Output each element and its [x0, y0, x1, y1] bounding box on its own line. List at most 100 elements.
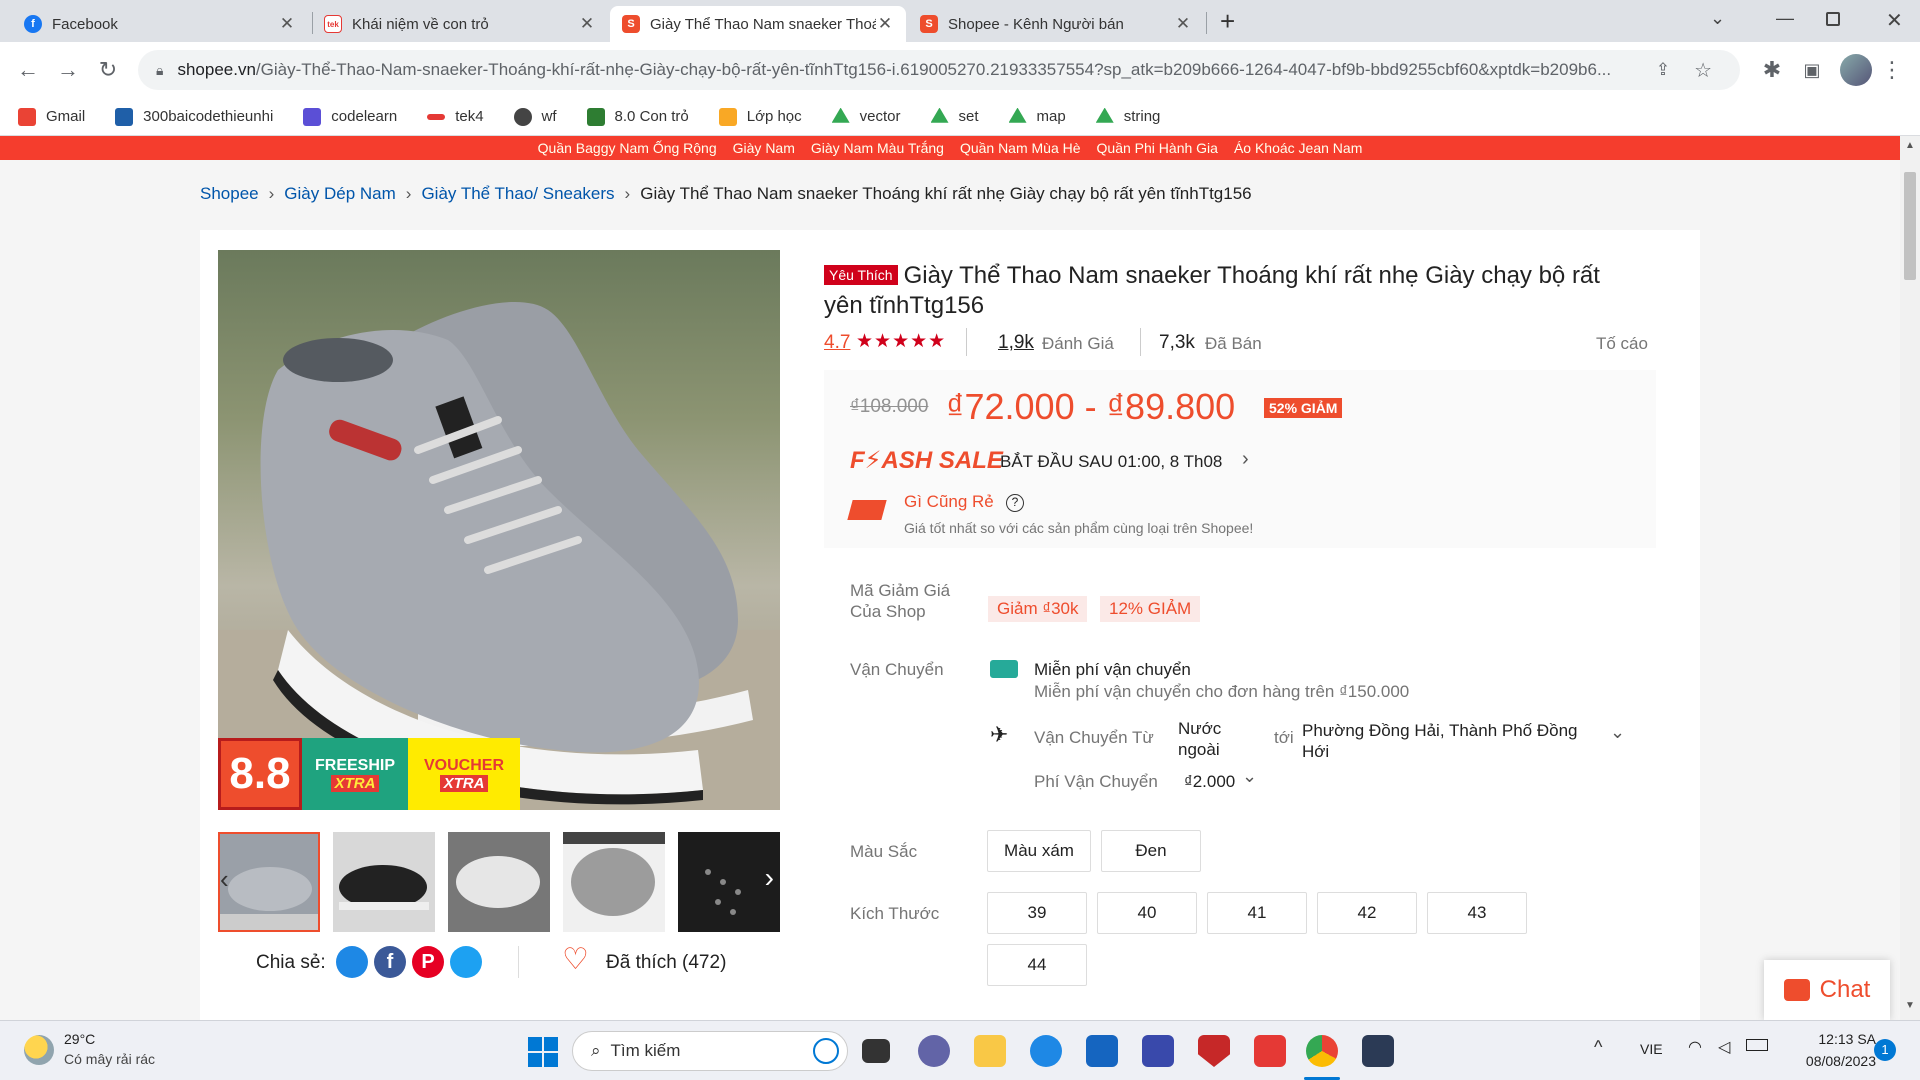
bookmark-star-icon[interactable]: ☆	[1694, 58, 1712, 83]
thumbnail-black[interactable]	[333, 832, 435, 932]
bookmark-300baicode[interactable]: 300baicodethieunhi	[115, 107, 273, 126]
scroll-thumb[interactable]	[1904, 172, 1916, 280]
forward-button[interactable]: →	[54, 56, 82, 84]
bookmark-map[interactable]: map	[1008, 107, 1066, 126]
side-panel-icon[interactable]: ▣	[1798, 56, 1826, 84]
bookmark-gmail[interactable]: Gmail	[18, 107, 85, 126]
heart-icon[interactable]: ♡	[562, 942, 589, 977]
chevron-left-icon[interactable]: ‹	[220, 864, 229, 895]
teams-icon[interactable]	[918, 1035, 950, 1067]
close-icon[interactable]: ✕	[876, 14, 894, 34]
wps-icon[interactable]	[1254, 1035, 1286, 1067]
bookmark-lop-hoc[interactable]: Lớp học	[718, 107, 802, 126]
thumbnail-sole[interactable]: ›	[678, 832, 780, 932]
battery-icon[interactable]	[1746, 1039, 1768, 1051]
size-option[interactable]: 39	[987, 892, 1087, 934]
rating-count[interactable]: 1,9k	[998, 332, 1034, 354]
close-window-button[interactable]: ✕	[1886, 8, 1903, 33]
color-option[interactable]: Màu xám	[987, 830, 1091, 872]
keyword-link[interactable]: Quần Phi Hành Gia	[1097, 140, 1218, 156]
address-bar[interactable]: 🔒︎ shopee.vn /Giày-Thể-Thao-Nam-snaeker-…	[138, 50, 1740, 90]
tab-khai-niem[interactable]: tek Khái niệm về con trỏ ✕	[312, 6, 608, 42]
keyword-link[interactable]: Áo Khoác Jean Nam	[1234, 140, 1362, 156]
keyword-link[interactable]: Quần Baggy Nam Ống Rộng	[538, 140, 717, 156]
bookmark-wf[interactable]: wf	[513, 107, 557, 126]
maximize-button[interactable]	[1826, 12, 1840, 26]
store-icon[interactable]	[1086, 1035, 1118, 1067]
facebook-share-icon[interactable]: f	[374, 946, 406, 978]
lock-icon[interactable]: 🔒︎	[156, 62, 163, 79]
tab-shopee-seller[interactable]: S Shopee - Kênh Người bán ✕	[908, 6, 1204, 42]
size-option[interactable]: 41	[1207, 892, 1307, 934]
scroll-down-icon[interactable]: ▼	[1905, 1000, 1915, 1011]
help-icon[interactable]: ?	[1006, 494, 1024, 512]
tab-facebook[interactable]: f Facebook ✕	[12, 6, 308, 42]
chevron-right-icon[interactable]: ›	[765, 862, 774, 894]
breadcrumb-link[interactable]: Giày Thể Thao/ Sneakers	[421, 184, 614, 204]
weather-icon[interactable]	[24, 1035, 54, 1065]
chrome-icon[interactable]	[1306, 1035, 1338, 1067]
devcpp-icon[interactable]	[1362, 1035, 1394, 1067]
reload-button[interactable]: ↻	[94, 56, 122, 84]
close-icon[interactable]: ✕	[578, 14, 596, 34]
bing-icon[interactable]	[813, 1038, 839, 1064]
messenger-icon[interactable]	[336, 946, 368, 978]
pinterest-icon[interactable]: P	[412, 946, 444, 978]
bookmark-vector[interactable]: vector	[831, 107, 901, 126]
back-button[interactable]: ←	[14, 56, 42, 84]
size-option[interactable]: 44	[987, 944, 1087, 986]
breadcrumb-link[interactable]: Giày Dép Nam	[284, 184, 395, 204]
rating-value[interactable]: 4.7	[824, 332, 850, 354]
tab-shopee-product[interactable]: S Giày Thể Thao Nam snaeker Thoá ✕	[610, 6, 906, 42]
file-explorer-icon[interactable]	[974, 1035, 1006, 1067]
voucher-tag[interactable]: Giảm ₫30k	[988, 596, 1088, 622]
chevron-right-icon[interactable]: ›	[1242, 448, 1249, 471]
task-view-icon[interactable]	[862, 1039, 890, 1063]
breadcrumb-link[interactable]: Shopee	[200, 184, 259, 204]
ship-to-value[interactable]: Phường Đồng Hải, Thành Phố Đồng Hới	[1302, 720, 1592, 762]
notification-badge[interactable]: 1	[1874, 1039, 1896, 1061]
mcafee-icon[interactable]	[1198, 1035, 1230, 1067]
wifi-icon[interactable]: ◠	[1688, 1037, 1702, 1057]
thumbnail-heel[interactable]	[563, 832, 665, 932]
clock-time[interactable]: 12:13 SA	[1806, 1031, 1876, 1047]
scroll-up-icon[interactable]: ▲	[1905, 140, 1915, 151]
voucher-tag[interactable]: 12% GIẢM	[1100, 596, 1201, 622]
visual-studio-icon[interactable]	[1142, 1035, 1174, 1067]
menu-kebab-icon[interactable]: ⋮	[1878, 56, 1906, 84]
size-option[interactable]: 40	[1097, 892, 1197, 934]
bookmark-tek4[interactable]: tek4	[427, 108, 484, 125]
keyword-link[interactable]: Giày Nam	[733, 140, 795, 156]
flash-sale-time[interactable]: BẮT ĐẦU SAU 01:00, 8 Th08	[1000, 452, 1222, 472]
bookmark-con-tro[interactable]: 8.0 Con trỏ	[586, 107, 689, 126]
keyword-link[interactable]: Quần Nam Mùa Hè	[960, 140, 1081, 156]
chat-button[interactable]: Chat	[1764, 960, 1890, 1020]
minimize-button[interactable]: —	[1776, 8, 1794, 29]
share-icon[interactable]: ⇪	[1656, 60, 1670, 80]
new-tab-button[interactable]: +	[1220, 6, 1235, 37]
extensions-icon[interactable]: ✱	[1758, 56, 1786, 84]
close-icon[interactable]: ✕	[278, 14, 296, 34]
chevron-up-icon[interactable]: ^	[1594, 1037, 1602, 1058]
keyword-link[interactable]: Giày Nam Màu Trắng	[811, 140, 944, 156]
ship-fee-value[interactable]: ₫2.000	[1184, 772, 1235, 792]
language-indicator[interactable]: VIE	[1640, 1041, 1663, 1057]
volume-icon[interactable]: ◁	[1718, 1037, 1730, 1057]
color-option[interactable]: Đen	[1101, 830, 1201, 872]
bookmark-codelearn[interactable]: codelearn	[303, 107, 397, 126]
page-scrollbar[interactable]: ▲ ▼	[1900, 136, 1920, 1020]
product-main-image[interactable]: 8.8 FREESHIP XTRA VOUCHER XTRA	[218, 250, 780, 810]
bookmark-string[interactable]: string	[1095, 107, 1160, 126]
size-option[interactable]: 42	[1317, 892, 1417, 934]
windows-start-icon[interactable]	[528, 1037, 558, 1067]
thumbnail-grey[interactable]: ‹	[218, 832, 320, 932]
bookmark-set[interactable]: set	[930, 107, 979, 126]
chevron-down-icon[interactable]: ⌄	[1242, 766, 1257, 787]
taskbar-search[interactable]: ⌕ Tìm kiếm	[572, 1031, 848, 1071]
edge-icon[interactable]	[1030, 1035, 1062, 1067]
close-icon[interactable]: ✕	[1174, 14, 1192, 34]
clock-date[interactable]: 08/08/2023	[1788, 1053, 1876, 1069]
chevron-down-icon[interactable]: ⌄	[1610, 722, 1625, 743]
size-option[interactable]: 43	[1427, 892, 1527, 934]
thumbnail-white[interactable]	[448, 832, 550, 932]
